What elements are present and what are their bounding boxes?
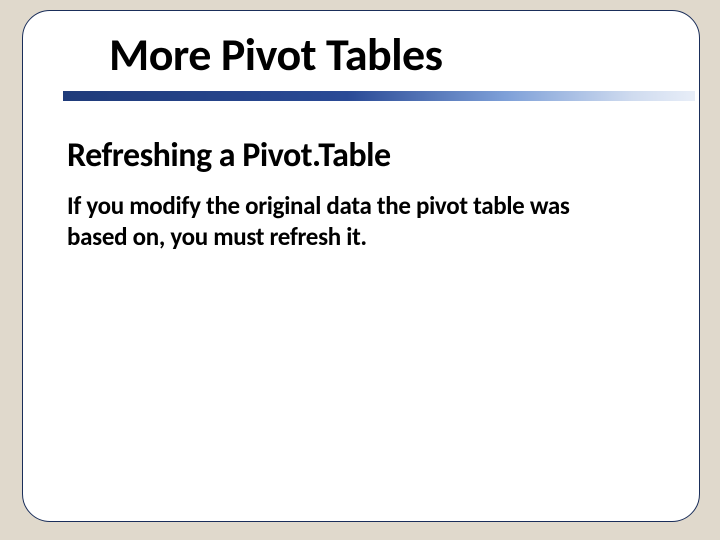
slide-title: More Pivot Tables — [109, 27, 443, 83]
slide-body-text: If you modify the original data the pivo… — [67, 191, 627, 252]
slide-card: More Pivot Tables Refreshing a Pivot.Tab… — [22, 10, 700, 522]
slide-subtitle: Refreshing a Pivot.Table — [67, 135, 391, 176]
title-underline — [63, 91, 695, 101]
